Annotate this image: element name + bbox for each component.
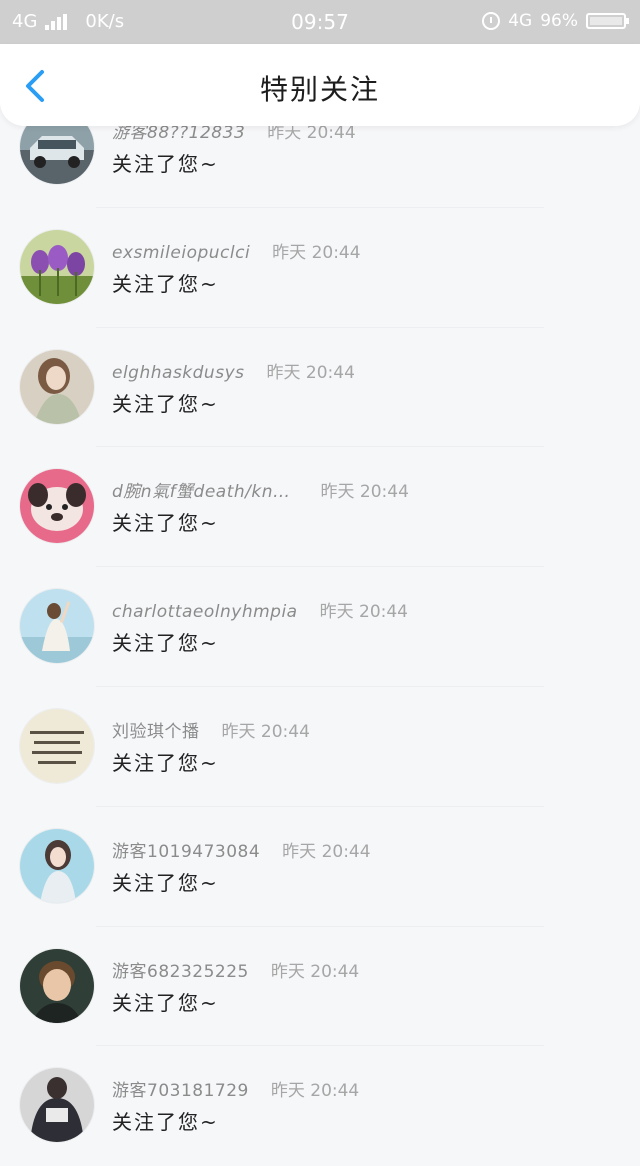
name-line: 游客703181729 昨天 20:44 (112, 1076, 359, 1101)
avatar[interactable] (20, 349, 94, 424)
timestamp: 昨天 20:44 (266, 362, 355, 383)
avatar[interactable] (20, 1068, 94, 1143)
timestamp: 昨天 20:44 (272, 242, 361, 263)
name-line: 刘验琪个播 昨天 20:44 (112, 717, 310, 742)
message-text: 关注了您~ (112, 1110, 219, 1135)
name-line: 游客1019473084 昨天 20:44 (112, 837, 371, 862)
avatar[interactable] (20, 589, 94, 664)
user-name: exsmileiopuclci (112, 242, 251, 263)
battery-icon (586, 13, 629, 29)
user-name: 游客682325225 (112, 961, 249, 982)
message-text: 关注了您~ (112, 511, 219, 536)
timestamp: 昨天 20:44 (221, 721, 310, 742)
list-item[interactable]: charlottaeolnyhmpia 昨天 20:44 关注了您~ (0, 567, 640, 687)
timestamp: 昨天 20:44 (270, 1081, 360, 1102)
message-text: 关注了您~ (112, 750, 219, 775)
timestamp: 昨天 20:44 (319, 602, 408, 623)
list-item[interactable]: 刘验琪个播 昨天 20:44 关注了您~ (0, 687, 640, 807)
list-item[interactable]: 游客1019473084 昨天 20:44 关注了您~ (0, 807, 640, 927)
message-text: 关注了您~ (112, 152, 219, 176)
status-right: 4G 96% (482, 11, 629, 31)
page-title: 特别关注 (259, 73, 380, 106)
list-item[interactable]: d腕n氣f蟹death/kn… 昨天 20:44 关注了您~ (0, 447, 640, 568)
message-text: 关注了您~ (112, 990, 219, 1015)
list-item[interactable]: 游客703181729 昨天 20:44 关注了您~ (0, 1046, 640, 1166)
name-line: exsmileiopuclci 昨天 20:44 (112, 238, 361, 263)
name-line: elghhaskdusys 昨天 20:44 (112, 358, 355, 383)
list-item[interactable]: exsmileiopuclci 昨天 20:44 关注了您~ (0, 208, 640, 328)
user-name: d腕n氣f蟹death/kn… (112, 482, 291, 503)
battery-percent: 96% (540, 11, 578, 31)
message-text: 关注了您~ (112, 271, 219, 296)
network-right-label: 4G (508, 11, 533, 31)
list-item[interactable]: elghhaskdusys 昨天 20:44 关注了您~ (0, 328, 640, 448)
user-name: 游客703181729 (112, 1081, 249, 1102)
status-bar: 4G 0K/s 09:57 4G 96% (0, 0, 640, 44)
avatar[interactable] (20, 948, 94, 1023)
avatar[interactable] (20, 229, 94, 304)
name-line: 游客682325225 昨天 20:44 (112, 957, 359, 982)
avatar[interactable] (20, 828, 94, 903)
user-name: elghhaskdusys (112, 362, 245, 383)
header-bar: 特别关注 (0, 44, 640, 126)
list-item[interactable]: 游客682325225 昨天 20:44 关注了您~ (0, 927, 640, 1047)
user-name: charlottaeolnyhmpia (112, 602, 298, 623)
user-name: 游客1019473084 (112, 841, 261, 862)
message-text: 关注了您~ (112, 391, 219, 416)
avatar[interactable] (20, 469, 94, 544)
timestamp: 昨天 20:44 (320, 482, 409, 503)
avatar[interactable] (20, 708, 94, 783)
timestamp: 昨天 20:44 (282, 841, 371, 862)
name-line: charlottaeolnyhmpia 昨天 20:44 (112, 597, 408, 622)
message-text: 关注了您~ (112, 631, 219, 656)
name-line: d腕n氣f蟹death/kn… 昨天 20:44 (112, 477, 409, 502)
alarm-icon (482, 12, 501, 30)
user-name: 刘验琪个播 (112, 721, 200, 742)
message-text: 关注了您~ (112, 870, 219, 895)
follow-list: 游客88??12833 昨天 20:44 关注了您~ exsmileiopucl… (0, 88, 640, 1166)
timestamp: 昨天 20:44 (270, 961, 360, 982)
